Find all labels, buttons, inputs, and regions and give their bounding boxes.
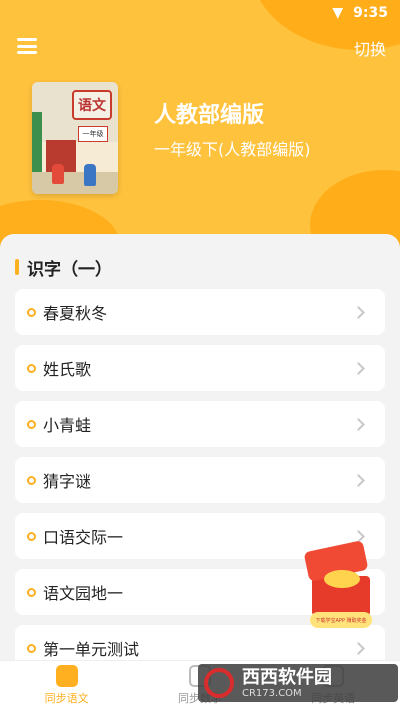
unit-title: 识字（一） (27, 259, 112, 280)
book-title: 人教部编版 (154, 103, 265, 128)
unit-marker (15, 259, 19, 275)
lesson-item[interactable]: 姓氏歌 (15, 345, 385, 391)
promo-text: 下载学宝APP 赚取奖金 (310, 612, 372, 628)
bullet-icon (27, 531, 36, 541)
gift-box-icon[interactable]: 下载学宝APP 赚取奖金 (302, 540, 378, 632)
tab-chinese[interactable]: 同步语文 (0, 661, 133, 710)
lesson-item[interactable]: 春夏秋冬 (15, 289, 385, 335)
bullet-icon (27, 475, 36, 485)
wifi-icon: ▼ (332, 5, 344, 21)
lesson-item[interactable]: 猜字谜 (15, 457, 385, 503)
lesson-label: 小青蛙 (43, 416, 92, 435)
bullet-icon (27, 643, 36, 653)
menu-icon[interactable] (17, 38, 37, 54)
lesson-label: 姓氏歌 (43, 360, 92, 379)
chinese-book-icon (55, 665, 78, 687)
lesson-label: 猜字谜 (43, 472, 92, 491)
chevron-right-icon (352, 473, 365, 487)
lesson-label: 春夏秋冬 (43, 304, 108, 323)
watermark-title: 西西软件园 (242, 666, 332, 688)
status-bar: ▼ 9:35 (0, 0, 400, 26)
chevron-right-icon (352, 305, 365, 319)
chevron-right-icon (352, 361, 365, 375)
book-subtitle: 一年级下(人教部编版) (154, 140, 311, 159)
lesson-label: 第一单元测试 (43, 640, 140, 659)
bullet-icon (27, 363, 36, 373)
chevron-right-icon (352, 641, 365, 655)
lesson-item[interactable]: 小青蛙 (15, 401, 385, 447)
tab-label: 同步语文 (44, 692, 89, 705)
book-cover-tag: 一年级 (78, 126, 108, 142)
bullet-icon (27, 587, 36, 597)
bullet-icon (27, 307, 36, 317)
chevron-right-icon (352, 417, 365, 431)
watermark: 西西软件园 CR173.COM (198, 664, 398, 702)
bullet-icon (27, 419, 36, 429)
watermark-logo-icon (204, 668, 234, 698)
watermark-url: CR173.COM (242, 687, 302, 699)
lesson-label: 口语交际一 (43, 528, 124, 547)
switch-button[interactable]: 切换 (354, 36, 386, 60)
unit-header: 识字（一） (15, 257, 112, 280)
status-time: 9:35 (353, 5, 388, 21)
book-cover[interactable]: 语文 一年级 (32, 82, 118, 194)
book-cover-title: 语文 (72, 90, 112, 120)
